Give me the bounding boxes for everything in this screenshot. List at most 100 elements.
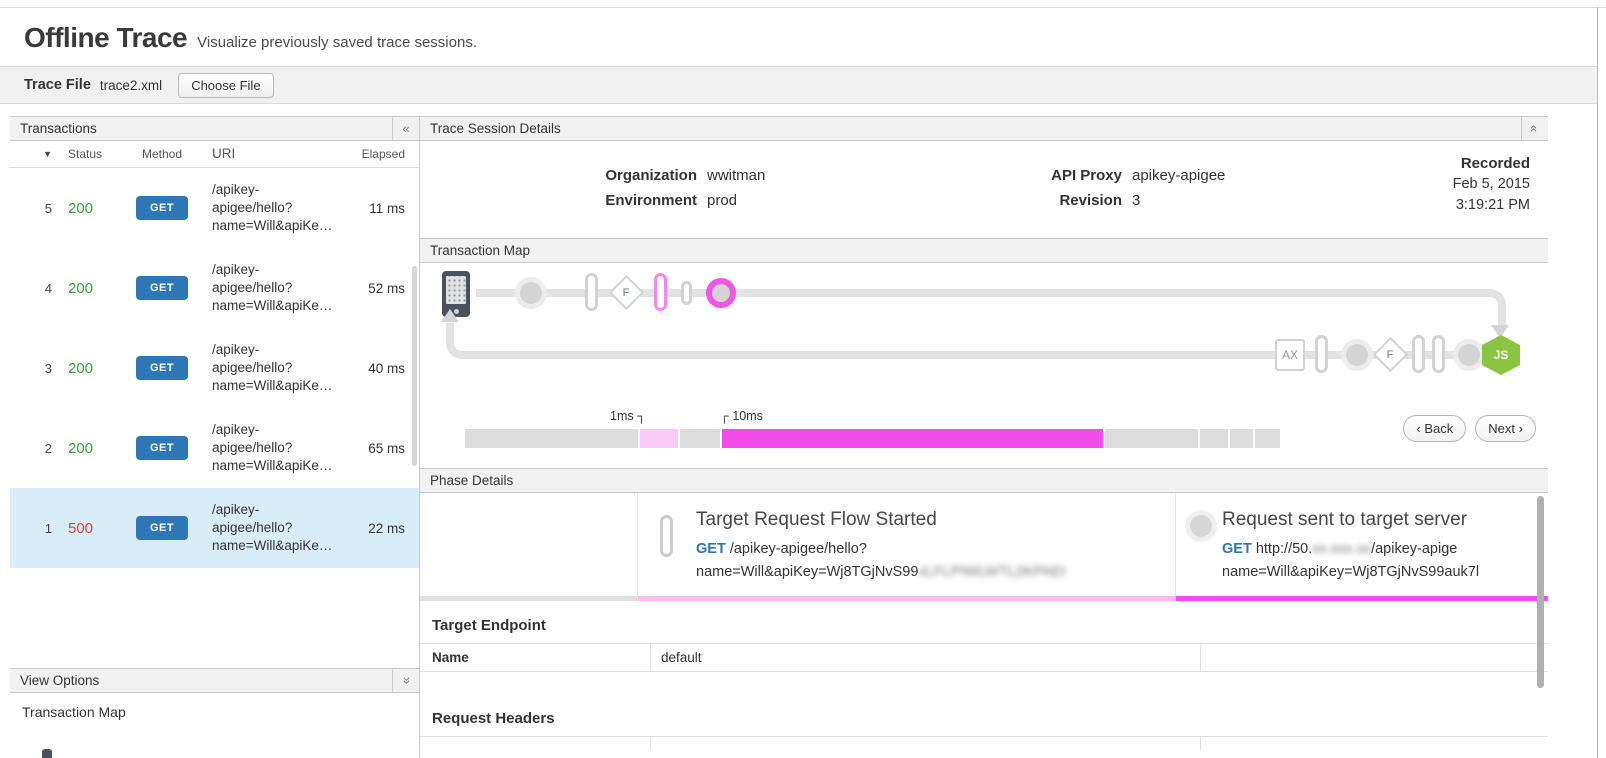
transactions-panel: Transactions « ▼ Status Method URI Elaps… — [10, 116, 420, 758]
status-code: 500 — [56, 520, 112, 537]
response-pill-icon[interactable] — [1315, 335, 1328, 373]
view-option-partial-icon — [42, 749, 52, 758]
response-disc-icon[interactable] — [1458, 344, 1480, 366]
transaction-row[interactable]: 5 200 GET /apikey- apigee/hello? name=Wi… — [10, 168, 419, 248]
status-code: 200 — [56, 200, 112, 217]
timeline-bar[interactable] — [465, 429, 1285, 448]
collapse-down-icon[interactable]: « — [392, 669, 419, 692]
details-scrollbar[interactable] — [1537, 496, 1544, 688]
api-proxy-value: apikey-apigee — [1132, 163, 1225, 188]
status-code: 200 — [56, 280, 112, 297]
selected-step-circle-icon[interactable] — [706, 278, 736, 308]
elapsed-time: 65 ms — [341, 441, 419, 456]
active-flow-pill-icon[interactable] — [654, 273, 667, 311]
api-proxy-label: API Proxy — [1032, 163, 1122, 188]
response-pill-icon[interactable] — [1412, 335, 1425, 373]
page-subtitle: Visualize previously saved trace session… — [197, 34, 477, 51]
elapsed-time: 11 ms — [341, 201, 419, 216]
trace-file-label: Trace File — [24, 77, 91, 93]
transaction-row[interactable]: 2 200 GET /apikey- apigee/hello? name=Wi… — [10, 408, 419, 488]
elapsed-time: 40 ms — [341, 361, 419, 376]
column-status[interactable]: Status — [56, 147, 112, 161]
phase-request-line: GET /apikey-apigee/hello? — [696, 541, 867, 557]
flow-diamond-icon[interactable]: F — [609, 275, 644, 310]
sort-caret-icon[interactable]: ▼ — [10, 149, 56, 159]
method-badge: GET — [136, 276, 188, 300]
timeline-segment — [1105, 429, 1200, 448]
arrow-up-icon — [441, 309, 459, 322]
status-code: 200 — [56, 440, 112, 457]
timeline-segment — [722, 429, 1105, 448]
timeline-segment — [465, 429, 640, 448]
window-edge — [1597, 7, 1598, 758]
choose-file-button[interactable]: Choose File — [178, 73, 273, 98]
top-divider — [0, 7, 1606, 8]
redacted-text: xx.xxx.xx — [1312, 541, 1371, 557]
revision-label: Revision — [1032, 188, 1122, 213]
response-disc-icon[interactable] — [1346, 344, 1368, 366]
phase-card-target-request[interactable]: Target Request Flow Started GET /apikey-… — [637, 493, 1175, 601]
request-headers-section: Request Headers — [420, 696, 1548, 758]
phase-query-line: name=Will&apiKey=Wj8TGjNvS99xLFLPIWLWTL2… — [696, 564, 1065, 580]
phase-disc-icon — [1190, 515, 1212, 537]
target-endpoint-section: Target Endpoint Name default — [420, 601, 1548, 688]
collapse-left-icon[interactable]: « — [392, 117, 419, 140]
column-elapsed[interactable]: Elapsed — [341, 147, 419, 161]
nodejs-target-icon[interactable]: JS — [1482, 335, 1520, 375]
timeline-marker-1ms: 1ms ┐ — [546, 409, 646, 423]
phase-pill-icon — [660, 515, 673, 557]
proxy-step-pill-icon[interactable] — [585, 273, 598, 311]
column-method[interactable]: Method — [112, 147, 212, 161]
transaction-index: 5 — [10, 201, 56, 216]
target-endpoint-row: Name default — [420, 643, 1548, 672]
back-button[interactable]: ‹ Back — [1403, 415, 1466, 442]
phase-title: Target Request Flow Started — [696, 509, 937, 531]
transaction-index: 2 — [10, 441, 56, 456]
recorded-block: Recorded Feb 5, 2015 3:19:21 PM — [1453, 153, 1530, 216]
transaction-row-selected[interactable]: 1 500 GET /apikey- apigee/hello? name=Wi… — [10, 488, 419, 568]
transactions-table-header: ▼ Status Method URI Elapsed — [10, 141, 419, 168]
view-option-transaction-map[interactable]: Transaction Map — [10, 693, 419, 720]
timeline-segment — [1230, 429, 1255, 448]
environment-value: prod — [707, 188, 737, 213]
next-button[interactable]: Next › — [1475, 415, 1536, 442]
transaction-uri: /apikey- apigee/hello? name=Will&apiKe… — [212, 421, 341, 475]
trace-session-panel: Trace Session Details « Organization wwi… — [420, 116, 1548, 758]
method-badge: GET — [136, 356, 188, 380]
transaction-row[interactable]: 3 200 GET /apikey- apigee/hello? name=Wi… — [10, 328, 419, 408]
timeline-segment — [680, 429, 722, 448]
phase-details-content: Target Request Flow Started GET /apikey-… — [420, 493, 1548, 601]
transaction-map: F AX F JS 1ms ┐ ┌ 10ms ‹ — [420, 263, 1548, 468]
timeline-segment — [1200, 429, 1230, 448]
redacted-text: xLFLPIWLWTL2KPAEI — [918, 564, 1065, 580]
response-pill-icon[interactable] — [1432, 335, 1445, 373]
phase-request-line: GET http://50.xx.xxx.xx/apikey-apige — [1222, 541, 1457, 557]
analytics-step-icon[interactable]: AX — [1275, 339, 1305, 371]
response-track — [476, 351, 1486, 359]
phase-title: Request sent to target server — [1222, 509, 1467, 531]
phase-details-title: Phase Details — [420, 473, 1548, 488]
phase-card-request-sent[interactable]: Request sent to target server GET http:/… — [1175, 493, 1548, 601]
transaction-uri: /apikey- apigee/hello? name=Will&apiKe… — [212, 181, 341, 235]
recorded-label: Recorded — [1453, 153, 1530, 174]
phase-query-line: name=Will&apiKey=Wj8TGjNvS99auk7l — [1222, 564, 1479, 580]
transaction-index: 1 — [10, 521, 56, 536]
transaction-map-title: Transaction Map — [420, 243, 1548, 258]
view-options-section: View Options « Transaction Map — [10, 668, 419, 720]
phase-details-header-bar: Phase Details — [420, 468, 1548, 493]
environment-label: Environment — [572, 188, 697, 213]
transaction-row[interactable]: 4 200 GET /apikey- apigee/hello? name=Wi… — [10, 248, 419, 328]
phase-empty-column — [420, 493, 637, 601]
transaction-uri: /apikey- apigee/hello? name=Will&apiKe… — [212, 261, 341, 315]
response-flow-diamond-icon[interactable]: F — [1373, 337, 1408, 372]
session-info: Organization wwitman Environment prod AP… — [420, 141, 1548, 238]
collapse-up-icon[interactable]: « — [1521, 117, 1548, 140]
transactions-scrollbar[interactable] — [412, 266, 417, 466]
column-uri[interactable]: URI — [212, 145, 341, 163]
small-step-pill-icon[interactable] — [681, 281, 692, 305]
timeline-segment — [1255, 429, 1283, 448]
organization-value: wwitman — [707, 163, 765, 188]
proxy-step-disc-icon[interactable] — [520, 282, 542, 304]
name-value: default — [650, 644, 1200, 671]
page-header: Offline Trace Visualize previously saved… — [24, 22, 477, 54]
